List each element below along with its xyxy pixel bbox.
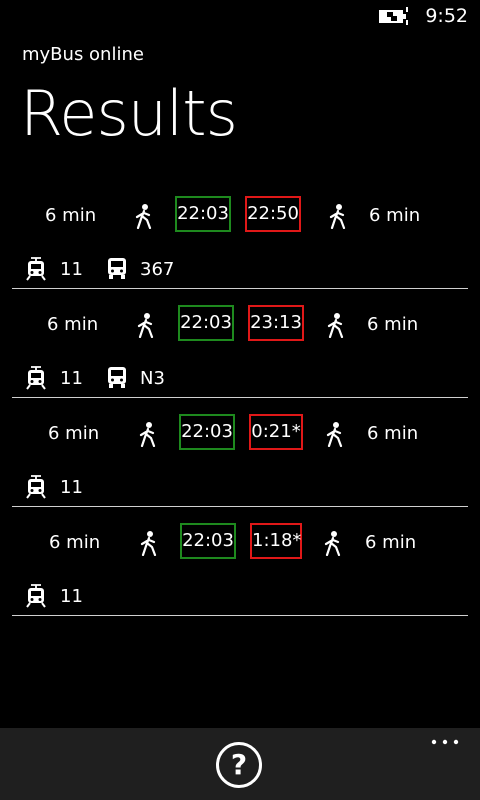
departure-time: 22:03 <box>178 305 234 341</box>
result-row[interactable]: 6 min 22:03 1:18* 6 min 11 <box>12 507 468 616</box>
walk-before-duration: 6 min <box>45 205 97 226</box>
help-button[interactable]: ? <box>216 742 262 788</box>
app-title: myBus online <box>22 44 144 65</box>
walk-before-duration: 6 min <box>49 532 101 553</box>
leg-line: 11 <box>60 259 83 280</box>
results-list: 6 min 22:03 22:50 6 min 11 367 6 min 22:… <box>12 180 468 616</box>
result-row[interactable]: 6 min 22:03 23:13 6 min 11 N3 <box>12 289 468 398</box>
tram-icon <box>26 257 46 281</box>
leg-line: 367 <box>140 259 175 280</box>
walk-icon <box>324 531 341 556</box>
walk-icon <box>140 531 157 556</box>
arrival-time: 22:50 <box>245 196 301 232</box>
status-clock: 9:52 <box>425 5 468 27</box>
bus-icon <box>108 258 126 279</box>
walk-icon <box>327 313 344 338</box>
leg-line: 11 <box>60 477 83 498</box>
departure-time: 22:03 <box>175 196 231 232</box>
result-row[interactable]: 6 min 22:03 22:50 6 min 11 367 <box>12 180 468 289</box>
walk-after-duration: 6 min <box>365 532 417 553</box>
leg-line: 11 <box>60 586 83 607</box>
walk-after-duration: 6 min <box>367 314 419 335</box>
departure-time: 22:03 <box>180 523 236 559</box>
walk-before-duration: 6 min <box>47 314 99 335</box>
walk-before-duration: 6 min <box>48 423 100 444</box>
result-row[interactable]: 6 min 22:03 0:21* 6 min 11 <box>12 398 468 507</box>
tram-icon <box>26 366 46 390</box>
tram-icon <box>26 584 46 608</box>
departure-time: 22:03 <box>179 414 235 450</box>
status-bar: 9:52 <box>0 0 480 32</box>
tram-icon <box>26 475 46 499</box>
walk-icon <box>137 313 154 338</box>
arrival-time: 23:13 <box>248 305 304 341</box>
walk-icon <box>135 204 152 229</box>
walk-icon <box>326 422 343 447</box>
more-icon[interactable] <box>430 736 460 752</box>
battery-charging-icon <box>379 7 408 25</box>
walk-after-duration: 6 min <box>367 423 419 444</box>
walk-icon <box>139 422 156 447</box>
bus-icon <box>108 367 126 388</box>
leg-line: N3 <box>140 368 165 389</box>
app-bar: ? <box>0 728 480 800</box>
arrival-time: 0:21* <box>249 414 303 450</box>
walk-after-duration: 6 min <box>369 205 421 226</box>
page-title: Results <box>20 77 238 150</box>
leg-line: 11 <box>60 368 83 389</box>
walk-icon <box>329 204 346 229</box>
arrival-time: 1:18* <box>250 523 302 559</box>
